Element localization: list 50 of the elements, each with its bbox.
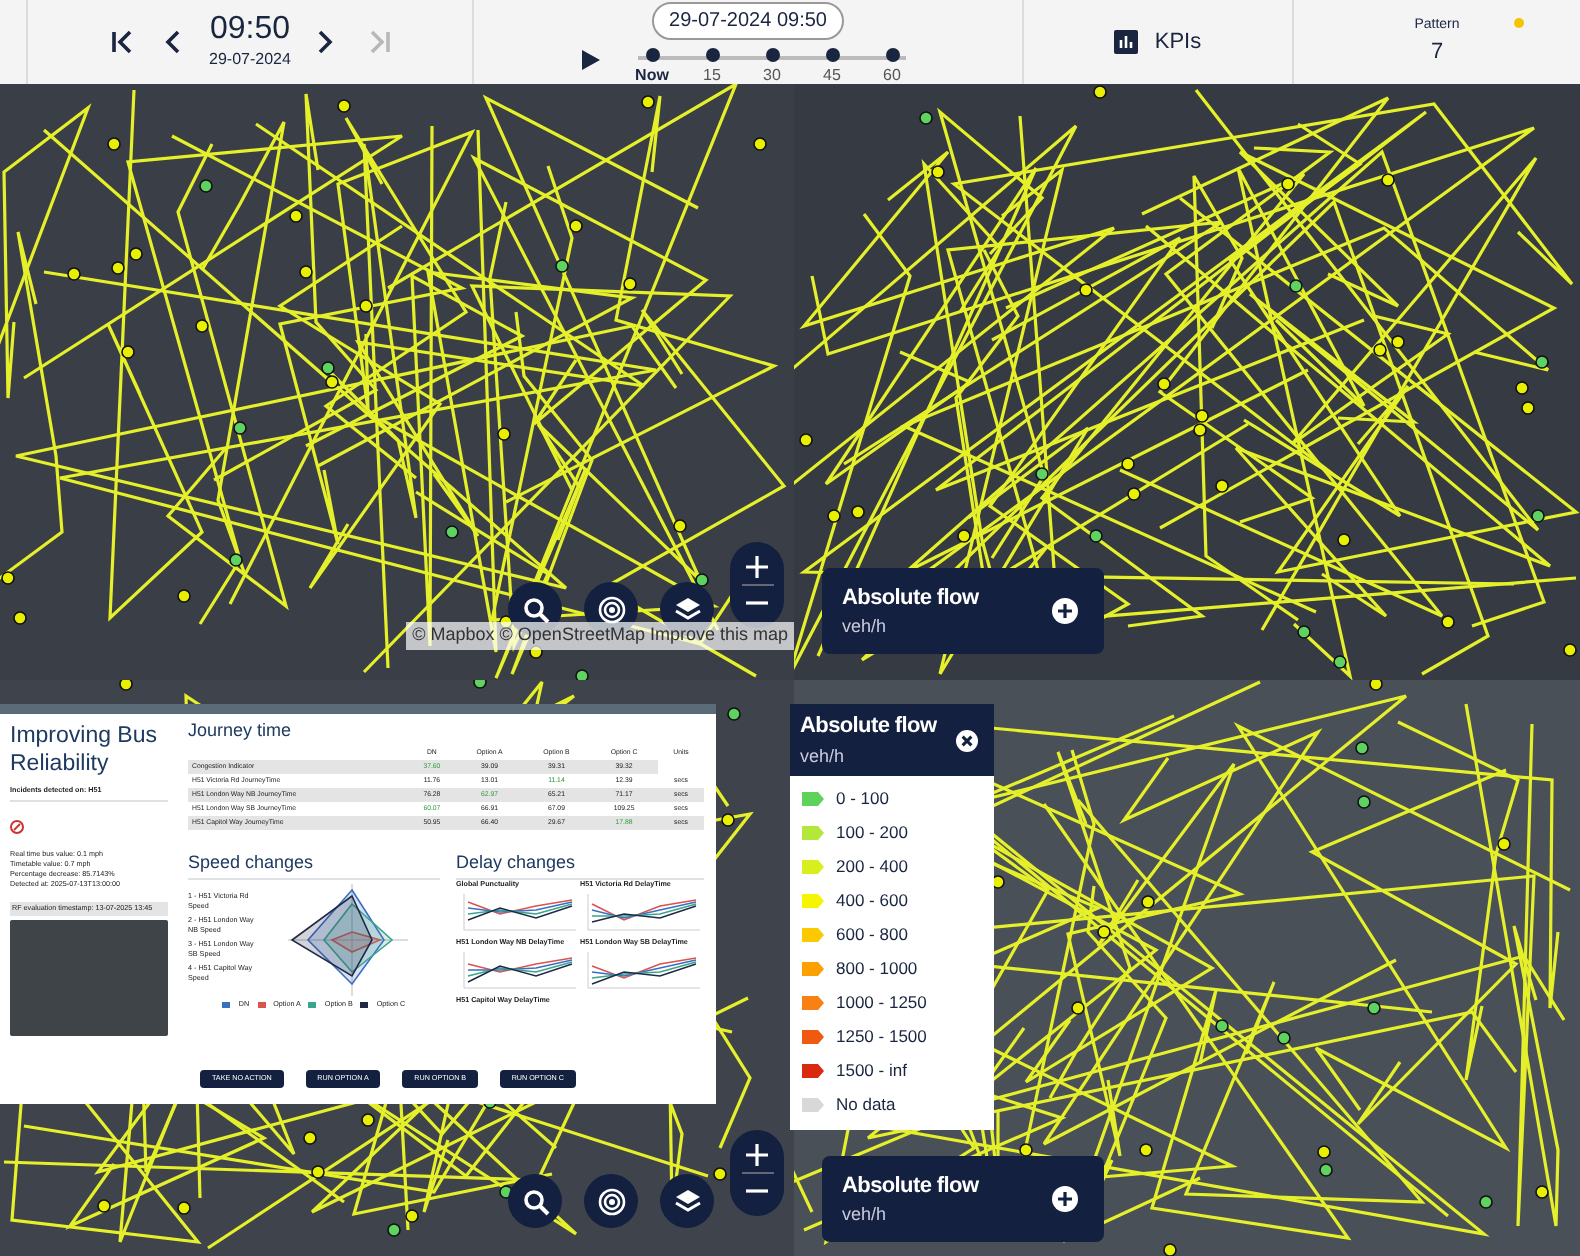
pattern-value: 7: [1430, 38, 1444, 68]
legend-label: 100 - 200: [836, 820, 908, 846]
expand-button[interactable]: [1046, 1186, 1084, 1212]
first-page-icon: [107, 28, 134, 56]
line-chart-drawing: [587, 952, 701, 990]
search-icon: [521, 1187, 549, 1215]
line-chart-drawing: [587, 894, 701, 932]
current-date: 29-07-2024: [209, 48, 291, 72]
layer-title: Absolute flow: [842, 1171, 979, 1201]
layer-unit: veh/h: [842, 614, 889, 640]
section-heading: Journey time: [188, 718, 294, 744]
close-icon: [956, 729, 978, 751]
legend-label: No data: [836, 1092, 896, 1118]
bar-chart-icon: [1114, 30, 1139, 54]
line-chart-drawing: [463, 952, 577, 990]
radar-icon: [597, 595, 625, 623]
current-time: 09:50: [209, 12, 291, 48]
layer-unit: veh/h: [842, 1202, 889, 1228]
legend-title: Absolute flow: [800, 712, 937, 742]
dashboard-title: Improving Bus Reliability: [10, 722, 160, 778]
plus-icon: [1052, 1186, 1078, 1212]
legend-label: 400 - 600: [836, 888, 908, 914]
plus-icon: [746, 1144, 768, 1166]
plus-icon: [1052, 598, 1078, 624]
zoom-in-button[interactable]: [746, 550, 768, 584]
map-attribution: © Mapbox © OpenStreetMap Improve this map: [406, 622, 794, 649]
legend-label: 1500 - inf: [836, 1058, 907, 1084]
search-icon: [521, 595, 549, 623]
line-chart-drawing: [463, 894, 577, 932]
legend-label: 200 - 400: [836, 854, 908, 880]
timestamp-bubble: 29-07-2024 09:50: [651, 1, 845, 39]
layers-icon: [673, 595, 701, 623]
radar-icon: [597, 1187, 625, 1215]
last-page-icon: [366, 28, 393, 56]
section-heading: Speed changes: [188, 850, 440, 880]
layers-icon: [673, 1187, 701, 1215]
no-bus-icon: [10, 820, 24, 835]
radar-chart-drawing: [287, 882, 409, 996]
expand-button[interactable]: [1046, 598, 1084, 624]
legend-label: 1250 - 1500: [836, 1024, 927, 1050]
layer-title: Absolute flow: [842, 583, 979, 613]
kpis-button[interactable]: KPIs: [1108, 30, 1208, 54]
section-heading: Delay changes: [456, 850, 704, 880]
legend-label: 0 - 100: [836, 786, 889, 812]
legend-label: 600 - 800: [836, 922, 908, 948]
legend-unit: veh/h: [800, 743, 847, 769]
legend-label: 800 - 1000: [836, 956, 918, 982]
legend-label: 1000 - 1250: [836, 990, 927, 1016]
plus-icon: [746, 556, 768, 578]
zoom-in-button[interactable]: [746, 1138, 768, 1172]
